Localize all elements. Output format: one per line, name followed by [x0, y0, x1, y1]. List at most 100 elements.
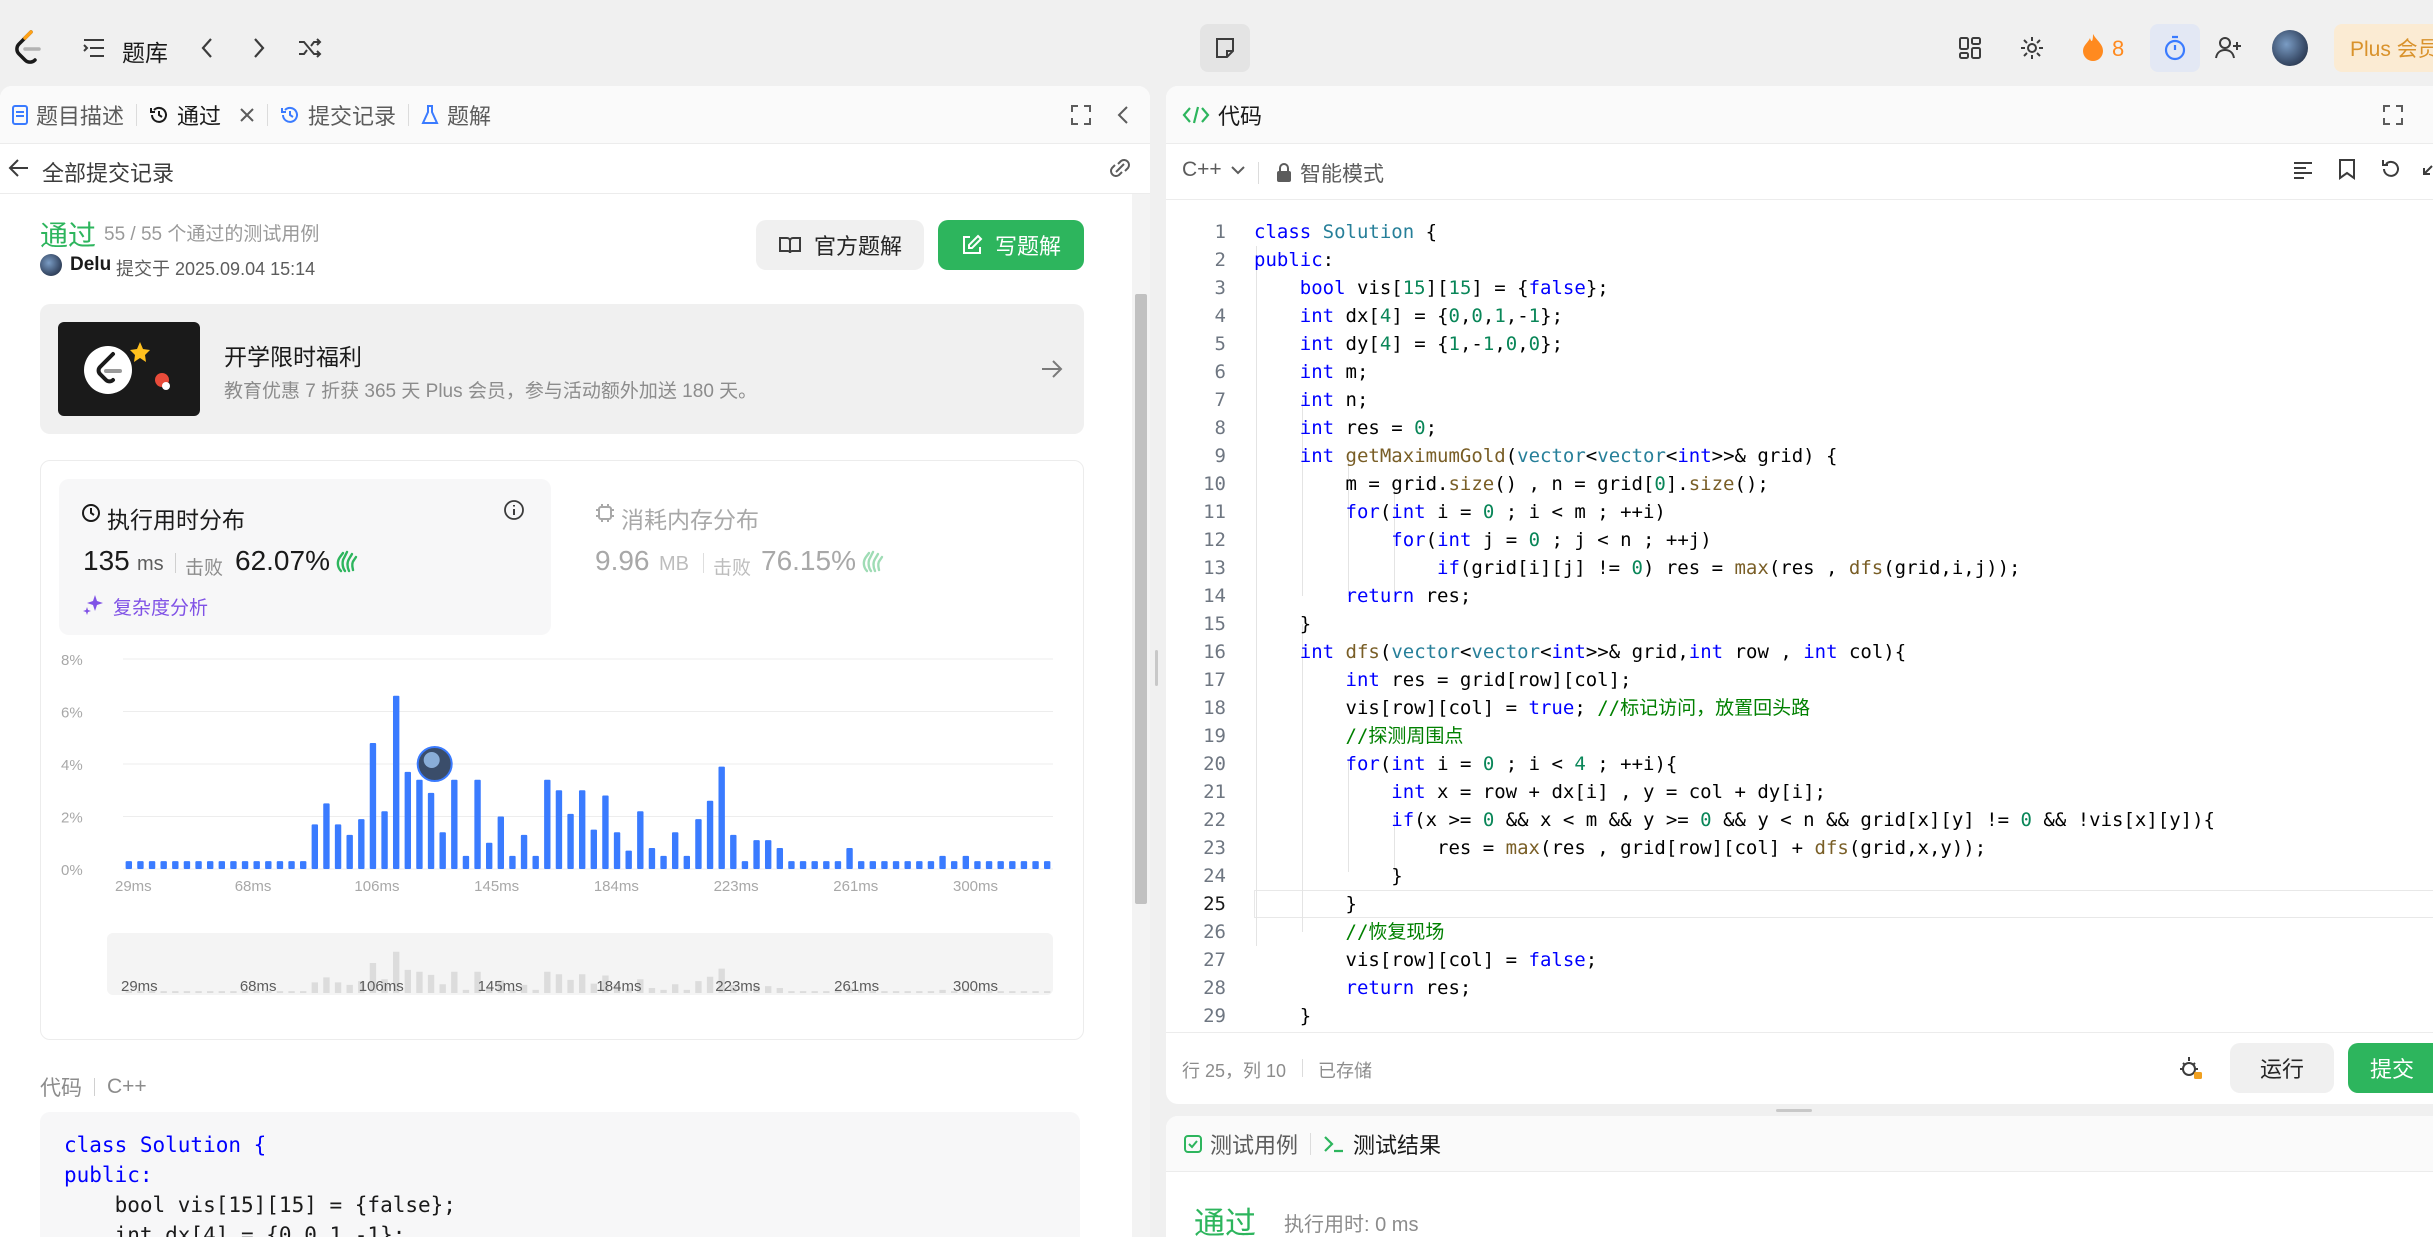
submission-status: 通过 — [40, 220, 97, 251]
left-scrollbar[interactable] — [1132, 194, 1150, 1237]
official-solution-button[interactable]: 官方题解 — [756, 220, 924, 270]
smart-mode-toggle[interactable]: 智能模式 — [1276, 158, 1384, 188]
overview-bar — [683, 989, 691, 993]
chart-bar — [485, 842, 493, 869]
code-line: int dx[4] = {0,0,1,-1}; — [64, 1223, 406, 1237]
promo-banner[interactable]: 开学限时福利 教育优惠 7 折获 365 天 Plus 会员，参与活动额外加送 … — [40, 304, 1084, 434]
leetcode-logo[interactable] — [10, 28, 46, 68]
chart-bar — [323, 803, 330, 869]
chart-bar — [183, 861, 191, 869]
overview-bar — [764, 986, 772, 993]
prev-problem-icon[interactable] — [192, 32, 222, 64]
collapse-icon[interactable] — [1116, 104, 1130, 126]
code-editor[interactable]: 1 2 3 4 5 6 7 8 9 10 11 12 13 14 15 16 17 18 19 20 21 22 23 24 2… — [1166, 200, 2433, 1032]
expand-icon[interactable] — [2422, 160, 2433, 180]
language-select[interactable]: C++ — [1182, 158, 1246, 182]
submitter-name[interactable]: Delu — [70, 254, 111, 276]
tab-description[interactable]: 题目描述 — [0, 86, 136, 144]
overview-bar — [462, 989, 470, 993]
overview-bar — [799, 991, 807, 993]
chart-bar — [857, 861, 865, 869]
overview-tick-label: 29ms — [121, 978, 158, 995]
code-icon — [1182, 105, 1210, 125]
bookmark-icon[interactable] — [2338, 158, 2356, 180]
runtime-beats: 62.07% — [235, 545, 330, 576]
runtime-title: 执行用时分布 — [107, 507, 245, 533]
avatar[interactable] — [2272, 30, 2308, 66]
overview-bar — [823, 991, 830, 993]
code-editor-panel: 代码 C++ 智能模式 1 2 3 4 5 6 7 8 9 10 11 12 13 14 15 16 17 18 1… — [1166, 86, 2433, 1104]
line-number: 3 — [1214, 277, 1226, 299]
chart-bar — [869, 861, 877, 869]
code-text[interactable]: class Solution { public: bool vis[15][15… — [1254, 218, 2215, 1032]
overview-tick-label: 145ms — [478, 978, 523, 995]
tab-code[interactable]: 代码 — [1166, 86, 1274, 144]
complexity-analysis-link[interactable]: 复杂度分析 — [113, 593, 208, 620]
timer-button[interactable] — [2150, 24, 2200, 72]
arrow-right-icon[interactable] — [1040, 358, 1064, 380]
promo-title: 开学限时福利 — [224, 344, 362, 370]
lock-icon — [1276, 163, 1292, 183]
run-button[interactable]: 运行 — [2230, 1043, 2334, 1093]
chart-bar — [578, 790, 586, 869]
top-bar: 题库 8 Plus 会员 — [0, 10, 2433, 86]
add-friend-icon[interactable] — [2212, 32, 2246, 64]
plus-membership-button[interactable]: Plus 会员 — [2334, 24, 2433, 72]
x-tick-label: 300ms — [953, 878, 998, 895]
maximize-icon[interactable] — [1070, 104, 1092, 126]
all-submissions-link[interactable]: 全部提交记录 — [42, 156, 174, 188]
overview-bar — [811, 991, 818, 993]
share-link-icon[interactable] — [1106, 158, 1134, 178]
tab-accepted[interactable]: 通过 — [137, 86, 267, 144]
code-keyword: class Solution { — [64, 1133, 267, 1157]
submit-button[interactable]: 提交 — [2348, 1043, 2433, 1093]
chart-bar — [950, 861, 958, 869]
chart-bar — [916, 861, 923, 869]
resize-handle[interactable] — [1155, 650, 1158, 686]
back-arrow-icon[interactable] — [8, 158, 30, 178]
runtime-value: 135 — [83, 545, 130, 576]
layout-icon[interactable] — [1954, 32, 1986, 64]
reset-icon[interactable] — [2380, 158, 2402, 180]
memory-beats-label: 击败 — [713, 558, 752, 579]
overview-bar — [578, 974, 586, 993]
next-problem-icon[interactable] — [244, 32, 274, 64]
memory-stat-card[interactable]: 消耗内存分布 9.96 MB 击败 76.15% — [571, 479, 1067, 635]
tab-submissions[interactable]: 提交记录 — [268, 86, 408, 144]
tab-solutions[interactable]: 题解 — [409, 86, 503, 144]
runtime-stat-card[interactable]: 执行用时分布 135 ms 击败 62.07% 复杂度分析 — [59, 479, 551, 635]
format-icon[interactable] — [2292, 160, 2314, 180]
chart-bar — [439, 832, 446, 869]
clock-icon — [81, 503, 101, 523]
scrollbar-thumb[interactable] — [1135, 294, 1147, 904]
overview-bar — [230, 991, 237, 993]
problem-list-icon[interactable] — [80, 34, 108, 62]
chart-bar — [567, 813, 574, 869]
debug-icon[interactable] — [2178, 1055, 2204, 1081]
write-solution-button[interactable]: 写题解 — [938, 220, 1084, 270]
info-icon[interactable] — [503, 499, 525, 521]
overview-tick-label: 261ms — [834, 978, 879, 995]
chart-bar — [288, 861, 295, 869]
y-tick-label: 0% — [61, 862, 83, 879]
problem-library-link[interactable]: 题库 — [122, 34, 168, 68]
submitted-code[interactable]: class Solution { public: bool vis[15][15… — [40, 1112, 1080, 1237]
vertical-divider — [1258, 162, 1259, 184]
settings-icon[interactable] — [2016, 32, 2048, 64]
line-number: 20 — [1203, 753, 1226, 775]
close-tab-icon[interactable] — [239, 107, 255, 123]
resize-handle[interactable] — [1776, 1109, 1812, 1112]
shuffle-icon[interactable] — [294, 32, 326, 64]
note-button[interactable] — [1200, 24, 1250, 72]
x-tick-label: 68ms — [235, 878, 272, 895]
chart-bar — [1009, 861, 1016, 869]
divider — [1302, 1059, 1303, 1077]
line-number: 17 — [1203, 669, 1226, 691]
maximize-icon[interactable] — [2382, 104, 2404, 126]
streak-fire-icon[interactable] — [2078, 30, 2108, 64]
line-number: 23 — [1203, 837, 1226, 859]
chart-bar — [764, 840, 772, 869]
tab-test-result[interactable]: 测试结果 — [1311, 1116, 1453, 1173]
runtime-distribution-chart[interactable]: 8% 6% 4% 2% 0% 29ms 68ms 106ms 145ms 184ms 223ms 26… — [41, 647, 1085, 1047]
tab-testcase[interactable]: 测试用例 — [1166, 1116, 1310, 1173]
